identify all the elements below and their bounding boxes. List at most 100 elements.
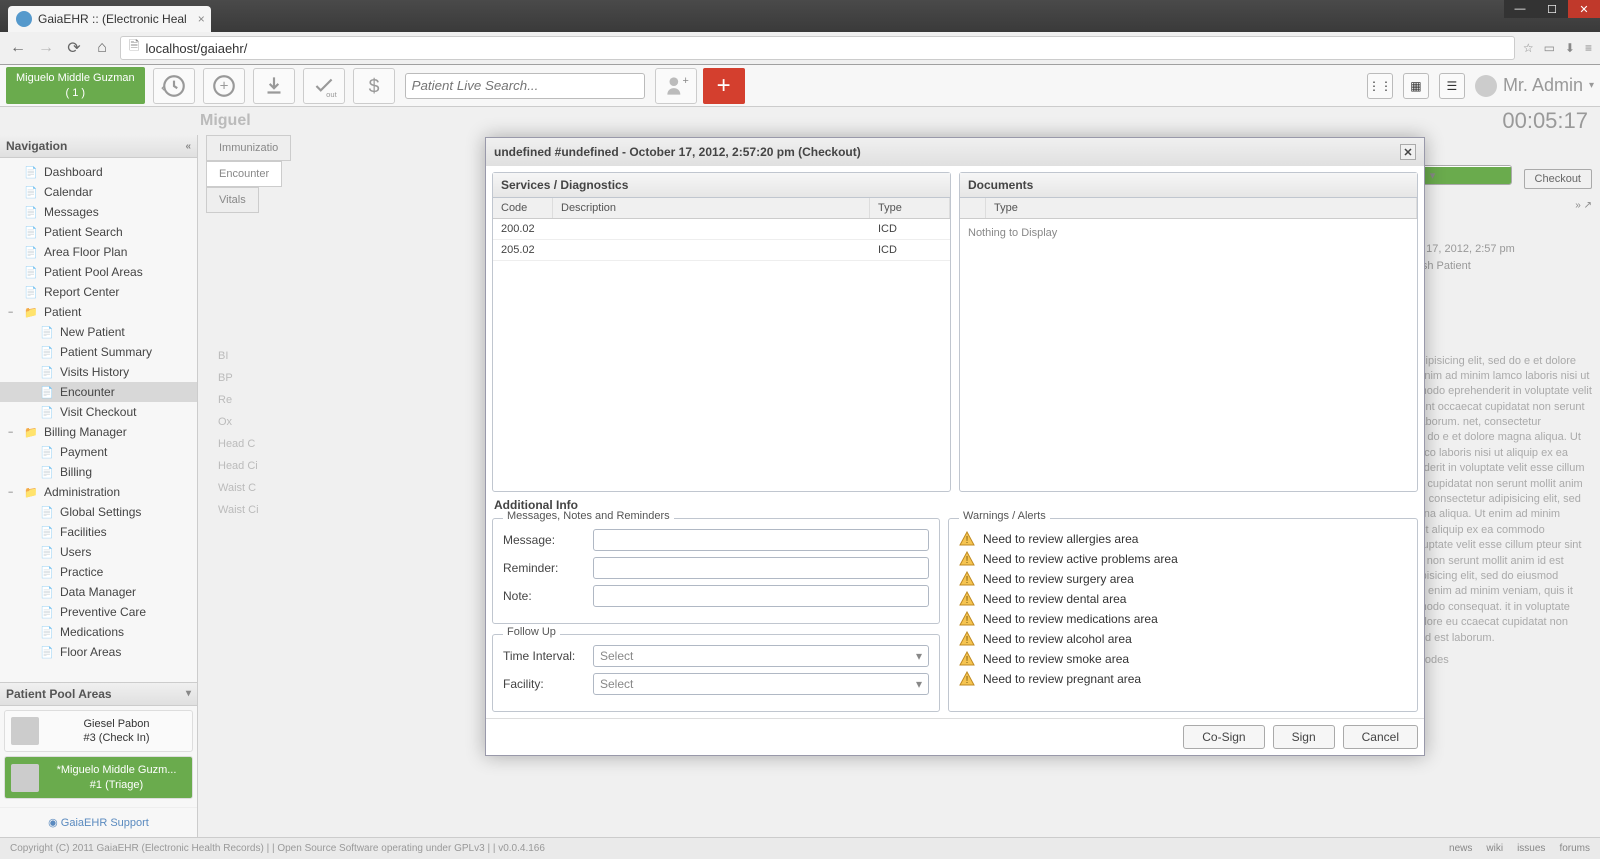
layout-list-button[interactable]: ☰ — [1439, 73, 1465, 99]
dialog-close-button[interactable]: ✕ — [1400, 144, 1416, 160]
collapse-icon[interactable]: « — [185, 141, 191, 152]
nav-item-dashboard[interactable]: Dashboard — [0, 162, 197, 182]
reminder-input[interactable] — [593, 557, 929, 579]
nav-item-payment[interactable]: Payment — [0, 442, 197, 462]
col-description[interactable]: Description — [553, 198, 870, 218]
folder-icon — [24, 305, 38, 319]
dollar-icon: $ — [361, 73, 387, 99]
nav-item-label: Encounter — [60, 385, 115, 399]
download-button[interactable] — [253, 68, 295, 104]
avatar-icon — [1475, 75, 1497, 97]
expander-icon[interactable]: − — [8, 427, 18, 437]
nav-item-new-patient[interactable]: New Patient — [0, 322, 197, 342]
billing-button[interactable]: $ — [353, 68, 395, 104]
pool-patient-status: #3 (Check In) — [47, 731, 186, 745]
doc-icon — [40, 325, 54, 339]
download-icon[interactable]: ⬇ — [1565, 41, 1575, 55]
cancel-button[interactable]: Cancel — [1343, 725, 1418, 749]
nav-item-calendar[interactable]: Calendar — [0, 182, 197, 202]
footer-link-issues[interactable]: issues — [1517, 843, 1545, 854]
tab-vitals[interactable]: Vitals — [206, 187, 259, 213]
nav-item-label: Billing — [60, 465, 92, 479]
window-close[interactable]: ✕ — [1568, 0, 1600, 18]
col-code[interactable]: Code — [493, 198, 553, 218]
nav-item-users[interactable]: Users — [0, 542, 197, 562]
checkout-button[interactable]: Checkout — [1524, 169, 1592, 189]
svg-text:+: + — [682, 74, 688, 86]
table-row[interactable]: 200.02ICD — [493, 219, 950, 240]
window-maximize[interactable]: ☐ — [1536, 0, 1568, 18]
nav-item-patient[interactable]: −Patient — [0, 302, 197, 322]
home-button[interactable]: ⌂ — [92, 38, 112, 58]
url-input[interactable]: 🗎 localhost/gaiaehr/ — [120, 36, 1515, 60]
add-encounter-button[interactable]: + — [203, 68, 245, 104]
pool-item[interactable]: *Miguelo Middle Guzm...#1 (Triage) — [4, 756, 193, 799]
history-button[interactable] — [153, 68, 195, 104]
cosign-button[interactable]: Co-Sign — [1183, 725, 1264, 749]
tab-encounter[interactable]: Encounter — [206, 161, 282, 187]
window-minimize[interactable]: — — [1504, 0, 1536, 18]
back-button[interactable]: ← — [8, 38, 28, 58]
layout-grid-button[interactable]: ▦ — [1403, 73, 1429, 99]
nav-item-practice[interactable]: Practice — [0, 562, 197, 582]
nav-item-administration[interactable]: −Administration — [0, 482, 197, 502]
expander-icon[interactable]: − — [8, 487, 18, 497]
current-patient-badge[interactable]: Miguelo Middle Guzman ( 1 ) — [6, 67, 145, 104]
nav-item-patient-search[interactable]: Patient Search — [0, 222, 197, 242]
alert-text: Need to review dental area — [983, 592, 1126, 606]
nav-item-floor-areas[interactable]: Floor Areas — [0, 642, 197, 662]
present-icon[interactable]: ▭ — [1544, 41, 1555, 55]
nav-item-messages[interactable]: Messages — [0, 202, 197, 222]
followup-fieldset-legend: Follow Up — [503, 626, 560, 638]
emergency-button[interactable]: + — [703, 68, 745, 104]
svg-text:!: ! — [966, 535, 969, 546]
expand-icon[interactable]: » ↗ — [1575, 200, 1592, 211]
layout-dots-button[interactable]: ⋮⋮ — [1367, 73, 1393, 99]
pool-patient-status: #1 (Triage) — [47, 778, 186, 792]
nav-item-label: Users — [60, 545, 91, 559]
message-input[interactable] — [593, 529, 929, 551]
nav-item-report-center[interactable]: Report Center — [0, 282, 197, 302]
facility-select[interactable]: Select▾ — [593, 673, 929, 695]
footer-link-wiki[interactable]: wiki — [1486, 843, 1503, 854]
table-row[interactable]: 205.02ICD — [493, 240, 950, 261]
nav-item-label: Visit Checkout — [60, 405, 136, 419]
nav-item-global-settings[interactable]: Global Settings — [0, 502, 197, 522]
nav-item-area-floor-plan[interactable]: Area Floor Plan — [0, 242, 197, 262]
footer-link-forums[interactable]: forums — [1559, 843, 1590, 854]
time-interval-select[interactable]: Select▾ — [593, 645, 929, 667]
nav-item-billing[interactable]: Billing — [0, 462, 197, 482]
patient-search-input[interactable] — [405, 73, 645, 99]
tab-close-icon[interactable]: × — [198, 12, 205, 26]
footer-link-news[interactable]: news — [1449, 843, 1472, 854]
nav-item-facilities[interactable]: Facilities — [0, 522, 197, 542]
nav-item-data-manager[interactable]: Data Manager — [0, 582, 197, 602]
nav-item-preventive-care[interactable]: Preventive Care — [0, 602, 197, 622]
browser-tab[interactable]: GaiaEHR :: (Electronic Heal × — [8, 6, 211, 32]
menu-icon[interactable]: ≡ — [1585, 41, 1592, 55]
col-doc-type[interactable]: Type — [986, 198, 1417, 218]
nav-item-patient-summary[interactable]: Patient Summary — [0, 342, 197, 362]
add-patient-button[interactable]: + — [655, 68, 697, 104]
reload-button[interactable]: ⟳ — [64, 38, 84, 58]
note-input[interactable] — [593, 585, 929, 607]
admin-menu[interactable]: Mr. Admin ▾ — [1475, 75, 1594, 97]
alert-text: Need to review allergies area — [983, 532, 1138, 546]
col-type[interactable]: Type — [870, 198, 950, 218]
support-icon: ◉ — [48, 817, 61, 829]
star-icon[interactable]: ☆ — [1523, 41, 1534, 55]
nav-item-medications[interactable]: Medications — [0, 622, 197, 642]
tab-immunization[interactable]: Immunizatio — [206, 135, 291, 161]
nav-item-visits-history[interactable]: Visits History — [0, 362, 197, 382]
nav-item-billing-manager[interactable]: −Billing Manager — [0, 422, 197, 442]
chevron-down-icon[interactable]: ▾ — [186, 688, 191, 699]
nav-item-patient-pool-areas[interactable]: Patient Pool Areas — [0, 262, 197, 282]
expander-icon[interactable]: − — [8, 307, 18, 317]
nav-item-visit-checkout[interactable]: Visit Checkout — [0, 402, 197, 422]
checkout-button[interactable]: out — [303, 68, 345, 104]
nav-item-label: Patient Pool Areas — [44, 265, 143, 279]
pool-item[interactable]: Giesel Pabon#3 (Check In) — [4, 710, 193, 753]
sign-button[interactable]: Sign — [1273, 725, 1335, 749]
support-link[interactable]: ◉ GaiaEHR Support — [0, 807, 197, 837]
nav-item-encounter[interactable]: Encounter — [0, 382, 197, 402]
